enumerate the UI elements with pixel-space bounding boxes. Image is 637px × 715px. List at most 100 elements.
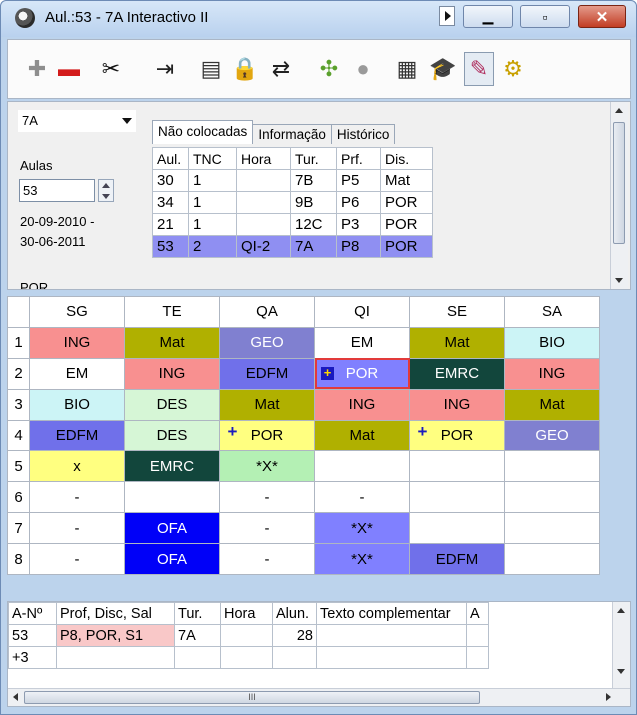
timetable-cell[interactable] — [504, 450, 600, 483]
timetable-cell[interactable]: EDFM — [409, 543, 505, 576]
timetable-cell[interactable]: ING — [409, 388, 505, 421]
timetable-cell[interactable]: *X* — [219, 450, 315, 483]
calculator-icon[interactable]: ▦ — [392, 52, 422, 86]
period-number[interactable]: 1 — [7, 326, 30, 359]
period-number[interactable]: 3 — [7, 388, 30, 421]
class-select[interactable]: 7A — [18, 110, 136, 132]
timetable-cell[interactable]: + POR — [219, 419, 315, 452]
timetable-cell[interactable]: GEO — [504, 419, 600, 452]
period-number[interactable]: 8 — [7, 543, 30, 576]
remove-icon[interactable]: ▬ — [54, 52, 84, 86]
timetable-cell[interactable]: Mat — [409, 326, 505, 359]
scroll-down-icon[interactable] — [613, 664, 629, 680]
period-number[interactable]: 4 — [7, 419, 30, 452]
horizontal-scrollbar[interactable]: III — [8, 688, 630, 706]
timetable-cell[interactable]: ING — [314, 388, 410, 421]
lessons-header[interactable]: Dis. — [380, 147, 433, 170]
aula-number-input[interactable]: 53 — [19, 179, 95, 202]
day-header[interactable]: QI — [314, 296, 410, 328]
timetable-cell[interactable]: EMRC — [124, 450, 220, 483]
groups-row[interactable]: 53 P8, POR, S1 7A 28 — [8, 624, 489, 647]
day-header[interactable]: QA — [219, 296, 315, 328]
timetable-cell[interactable]: - — [219, 543, 315, 576]
timetable-cell[interactable]: - — [219, 481, 315, 514]
groups-header[interactable]: Alun. — [272, 602, 317, 625]
timetable-cell[interactable]: - — [29, 543, 125, 576]
timetable-cell[interactable]: ING — [504, 357, 600, 390]
scroll-down-icon[interactable] — [611, 273, 627, 289]
timetable-cell[interactable]: EMRC — [409, 357, 505, 390]
timetable-cell[interactable] — [314, 450, 410, 483]
timetable-cell[interactable]: BIO — [29, 388, 125, 421]
timetable-cell[interactable] — [409, 450, 505, 483]
timetable-cell[interactable]: EM — [314, 326, 410, 359]
period-number[interactable]: 5 — [7, 450, 30, 483]
timetable-cell[interactable]: - — [29, 481, 125, 514]
period-number[interactable]: 6 — [7, 481, 30, 514]
timetable-cell[interactable]: - — [29, 512, 125, 545]
lock-icon[interactable]: 🔒 — [230, 52, 260, 86]
groups-header[interactable]: Prof, Disc, Sal — [56, 602, 175, 625]
timetable-cell[interactable]: OFA — [124, 512, 220, 545]
maximize-button[interactable]: ▫ — [520, 5, 570, 28]
stepper-down-icon[interactable] — [99, 191, 113, 202]
circle-icon[interactable]: ● — [348, 52, 378, 86]
groups-header[interactable]: Hora — [220, 602, 273, 625]
timetable-cell[interactable] — [409, 512, 505, 545]
lessons-header[interactable]: TNC — [188, 147, 237, 170]
puzzle-icon[interactable]: ✣ — [314, 52, 344, 86]
lesson-row[interactable]: 21 1 12C P3 POR — [152, 213, 433, 236]
plus-icon[interactable]: + — [416, 423, 429, 440]
plus-icon[interactable]: + — [321, 366, 334, 380]
timetable-cell[interactable]: x — [29, 450, 125, 483]
lessons-header[interactable]: Tur. — [290, 147, 337, 170]
timetable-cell[interactable] — [504, 543, 600, 576]
swap-icon[interactable]: ⇄ — [266, 52, 296, 86]
bottom-scrollbar[interactable] — [612, 602, 630, 688]
timetable-cell[interactable]: EDFM — [29, 419, 125, 452]
period-number[interactable]: 7 — [7, 512, 30, 545]
scroll-up-icon[interactable] — [611, 102, 627, 118]
minimize-button[interactable]: ▁ — [463, 5, 513, 28]
groups-header[interactable]: A-Nº — [8, 602, 57, 625]
cut-icon[interactable]: ✂ — [96, 52, 126, 86]
timetable-cell[interactable]: EM — [29, 357, 125, 390]
timetable-cell[interactable]: ING — [124, 357, 220, 390]
day-header[interactable]: SG — [29, 296, 125, 328]
timetable-cell[interactable]: Mat — [504, 388, 600, 421]
day-header[interactable]: SE — [409, 296, 505, 328]
lesson-row[interactable]: 34 1 9B P6 POR — [152, 191, 433, 214]
timetable-cell[interactable]: - — [314, 481, 410, 514]
groups-header[interactable]: A — [466, 602, 489, 625]
scroll-up-icon[interactable] — [613, 602, 629, 618]
upper-scrollbar[interactable] — [610, 102, 628, 289]
add-icon[interactable]: ✚ — [22, 52, 52, 86]
timetable-cell[interactable]: Mat — [219, 388, 315, 421]
timetable-cell[interactable]: - — [219, 512, 315, 545]
timetable-cell[interactable]: DES — [124, 419, 220, 452]
lessons-header[interactable]: Prf. — [336, 147, 381, 170]
list-icon[interactable]: ▤ — [196, 52, 226, 86]
timetable-cell[interactable]: Mat — [314, 419, 410, 452]
tab-informacao[interactable]: Informação — [252, 124, 332, 144]
timetable-cell[interactable]: EDFM — [219, 357, 315, 390]
period-number[interactable]: 2 — [7, 357, 30, 390]
horizontal-scroll-thumb[interactable]: III — [24, 691, 480, 704]
timetable-cell[interactable]: + POR — [314, 357, 410, 390]
lesson-row[interactable]: 53 2 QI-2 7A P8 POR — [152, 235, 433, 258]
timetable-cell[interactable]: *X* — [314, 543, 410, 576]
timetable-cell[interactable] — [409, 481, 505, 514]
lesson-row[interactable]: 30 1 7B P5 Mat — [152, 169, 433, 192]
scroll-thumb[interactable] — [613, 122, 625, 244]
groups-header[interactable]: Texto complementar — [316, 602, 467, 625]
timetable-cell[interactable]: ING — [29, 326, 125, 359]
groups-row[interactable]: +3 — [8, 646, 489, 669]
tab-historico[interactable]: Histórico — [330, 124, 396, 144]
exit-icon[interactable]: ⇥ — [150, 52, 180, 86]
timetable-cell[interactable] — [504, 481, 600, 514]
pencil-cup-icon[interactable]: ✎ — [464, 52, 494, 86]
plus-icon[interactable]: + — [226, 423, 239, 440]
timetable-cell[interactable] — [504, 512, 600, 545]
tab-nao-colocadas[interactable]: Não colocadas — [152, 120, 254, 144]
timetable-cell[interactable]: *X* — [314, 512, 410, 545]
